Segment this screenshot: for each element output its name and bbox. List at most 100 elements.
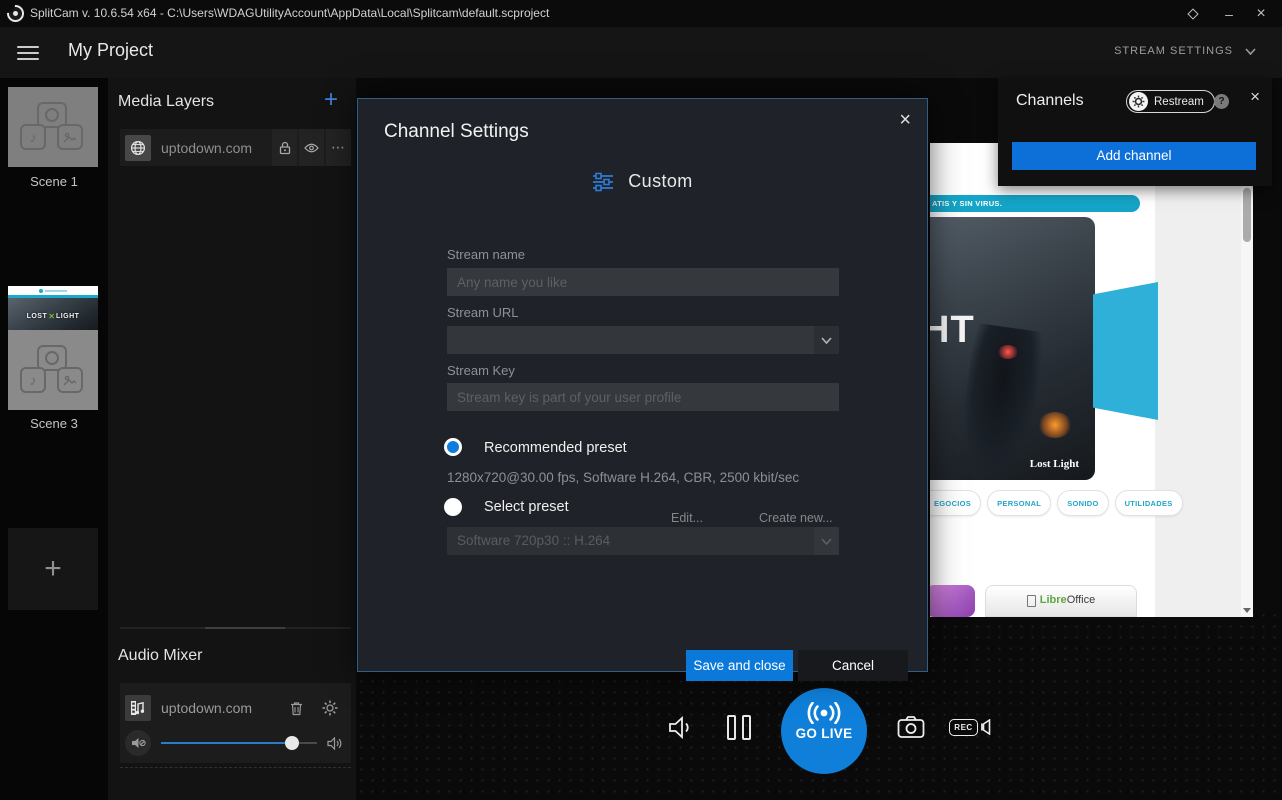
window-extra-icon[interactable]: [1178, 0, 1208, 27]
preset-select[interactable]: Software 720p30 :: H.264: [447, 527, 839, 555]
camera-icon: [897, 715, 925, 739]
snapshot-button[interactable]: [895, 711, 927, 743]
purple-card: [930, 585, 975, 617]
scene-3-thumbnail[interactable]: ♪: [8, 330, 98, 410]
sparkle-icon: [1187, 8, 1198, 19]
stream-name-label: Stream name: [447, 247, 525, 262]
panel-divider[interactable]: [120, 627, 351, 629]
stream-url-select[interactable]: [447, 326, 839, 354]
lock-icon: [279, 141, 291, 155]
chevron-down-icon: [821, 538, 832, 545]
game-card: HT Lost Light: [930, 217, 1095, 480]
scrollbar-thumb[interactable]: [1243, 188, 1251, 242]
volume-slider-knob[interactable]: [285, 736, 299, 750]
globe-icon: [125, 135, 151, 161]
channel-type: Custom: [358, 171, 927, 192]
cancel-button[interactable]: Cancel: [798, 650, 908, 681]
go-live-button[interactable]: GO LIVE: [781, 688, 867, 774]
menu-button[interactable]: [17, 46, 39, 60]
video-cam-icon: [980, 719, 991, 735]
lock-layer-button[interactable]: [272, 129, 297, 166]
minimize-button[interactable]: –: [1214, 0, 1244, 27]
category-pill[interactable]: UTILIDADES: [1115, 490, 1183, 516]
channels-close-button[interactable]: ×: [1250, 87, 1260, 107]
speaker-muted-icon: [131, 737, 146, 749]
audio-source-icon: [125, 695, 151, 721]
document-icon: [1027, 595, 1036, 607]
save-and-close-button[interactable]: Save and close: [686, 650, 793, 681]
media-layers-title: Media Layers: [118, 93, 214, 111]
scene-1-label: Scene 1: [0, 174, 108, 189]
fire-glow: [1038, 412, 1072, 438]
stream-url-label: Stream URL: [447, 305, 519, 320]
image-icon: [57, 367, 83, 393]
audio-settings-button[interactable]: [317, 695, 343, 721]
window-title: SplitCam v. 10.6.54 x64 - C:\Users\WDAGU…: [30, 6, 549, 20]
audio-channel-name: uptodown.com: [161, 700, 283, 716]
scene-1-thumbnail[interactable]: ♪: [8, 87, 98, 167]
category-pill[interactable]: PERSONAL: [987, 490, 1051, 516]
music-icon: ♪: [20, 367, 46, 393]
category-pill[interactable]: EGOCIOS: [930, 490, 981, 516]
gear-icon: [322, 700, 338, 716]
recommended-preset-label[interactable]: Recommended preset: [484, 440, 627, 456]
glow-accent: [998, 345, 1018, 359]
broadcast-icon: [801, 702, 847, 724]
preview-scrollbar[interactable]: [1241, 185, 1253, 617]
plus-icon: +: [44, 552, 62, 586]
pause-icon: [727, 715, 751, 740]
modal-title: Channel Settings: [384, 121, 529, 143]
audio-mixer-title: Audio Mixer: [118, 647, 202, 665]
scrollbar-down-arrow[interactable]: [1243, 608, 1251, 613]
mute-button[interactable]: [125, 730, 151, 756]
delete-audio-button[interactable]: [283, 695, 309, 721]
monitor-volume-button[interactable]: [666, 712, 696, 742]
record-button[interactable]: REC: [948, 715, 992, 739]
scenes-sidebar: ♪ Scene 1 LOST✕LIGHT Scene 2 ♪: [0, 78, 108, 800]
image-icon: [57, 124, 83, 150]
window-titlebar: SplitCam v. 10.6.54 x64 - C:\Users\WDAGU…: [0, 0, 1282, 27]
layer-more-button[interactable]: ⋯: [326, 129, 351, 166]
restream-button[interactable]: Restream: [1126, 90, 1215, 113]
stream-key-label: Stream Key: [447, 363, 515, 378]
pause-button[interactable]: [724, 712, 754, 742]
channel-settings-modal: Channel Settings × Custom Stream name St…: [357, 98, 928, 672]
speaker-icon: [327, 737, 343, 750]
stream-name-input[interactable]: [447, 268, 839, 296]
speaker-icon: [668, 716, 695, 739]
preset-dropdown-button[interactable]: [814, 527, 839, 555]
libreoffice-card: LibreOffice: [985, 585, 1137, 617]
webpage-preview[interactable]: ATIS Y SIN VIRUS. HT Lost Light EGOCIOS …: [930, 143, 1253, 617]
layer-name: uptodown.com: [161, 140, 252, 156]
media-layer-row[interactable]: uptodown.com ⋯: [120, 129, 351, 166]
window-close-button[interactable]: ×: [1246, 0, 1276, 27]
category-pills: EGOCIOS PERSONAL SONIDO UTILIDADES: [930, 490, 1160, 516]
modal-close-button[interactable]: ×: [899, 109, 911, 132]
splitcam-logo-icon: [7, 5, 24, 22]
eye-icon: [304, 143, 319, 153]
layer-visibility-button[interactable]: [299, 129, 324, 166]
cyan-ribbon: [1093, 282, 1158, 420]
media-panel: Media Layers + uptodown.com ⋯ Audio Mixe…: [108, 78, 356, 800]
select-preset-radio[interactable]: [444, 498, 462, 516]
help-button[interactable]: ?: [1214, 94, 1229, 109]
add-scene-button[interactable]: +: [8, 528, 98, 610]
restream-logo-icon: [1129, 92, 1148, 111]
stream-url-dropdown-button[interactable]: [814, 326, 839, 354]
volume-slider[interactable]: [161, 736, 317, 750]
music-icon: ♪: [20, 124, 46, 150]
create-new-preset-link[interactable]: Create new...: [759, 511, 833, 525]
stream-settings-button[interactable]: STREAM SETTINGS: [1114, 45, 1256, 57]
edit-preset-link[interactable]: Edit...: [671, 511, 703, 525]
go-live-label: GO LIVE: [781, 726, 867, 741]
recommended-preset-radio[interactable]: [444, 438, 462, 456]
stream-url-value: [447, 326, 814, 354]
select-preset-label[interactable]: Select preset: [484, 499, 569, 515]
channel-type-label: Custom: [628, 171, 692, 192]
add-layer-button[interactable]: +: [324, 91, 338, 109]
app-header: My Project STREAM SETTINGS: [0, 27, 1282, 78]
category-pill[interactable]: SONIDO: [1057, 490, 1108, 516]
add-channel-button[interactable]: Add channel: [1012, 142, 1256, 170]
recommended-preset-info: 1280x720@30.00 fps, Software H.264, CBR,…: [447, 470, 799, 485]
stream-key-input[interactable]: [447, 383, 839, 411]
